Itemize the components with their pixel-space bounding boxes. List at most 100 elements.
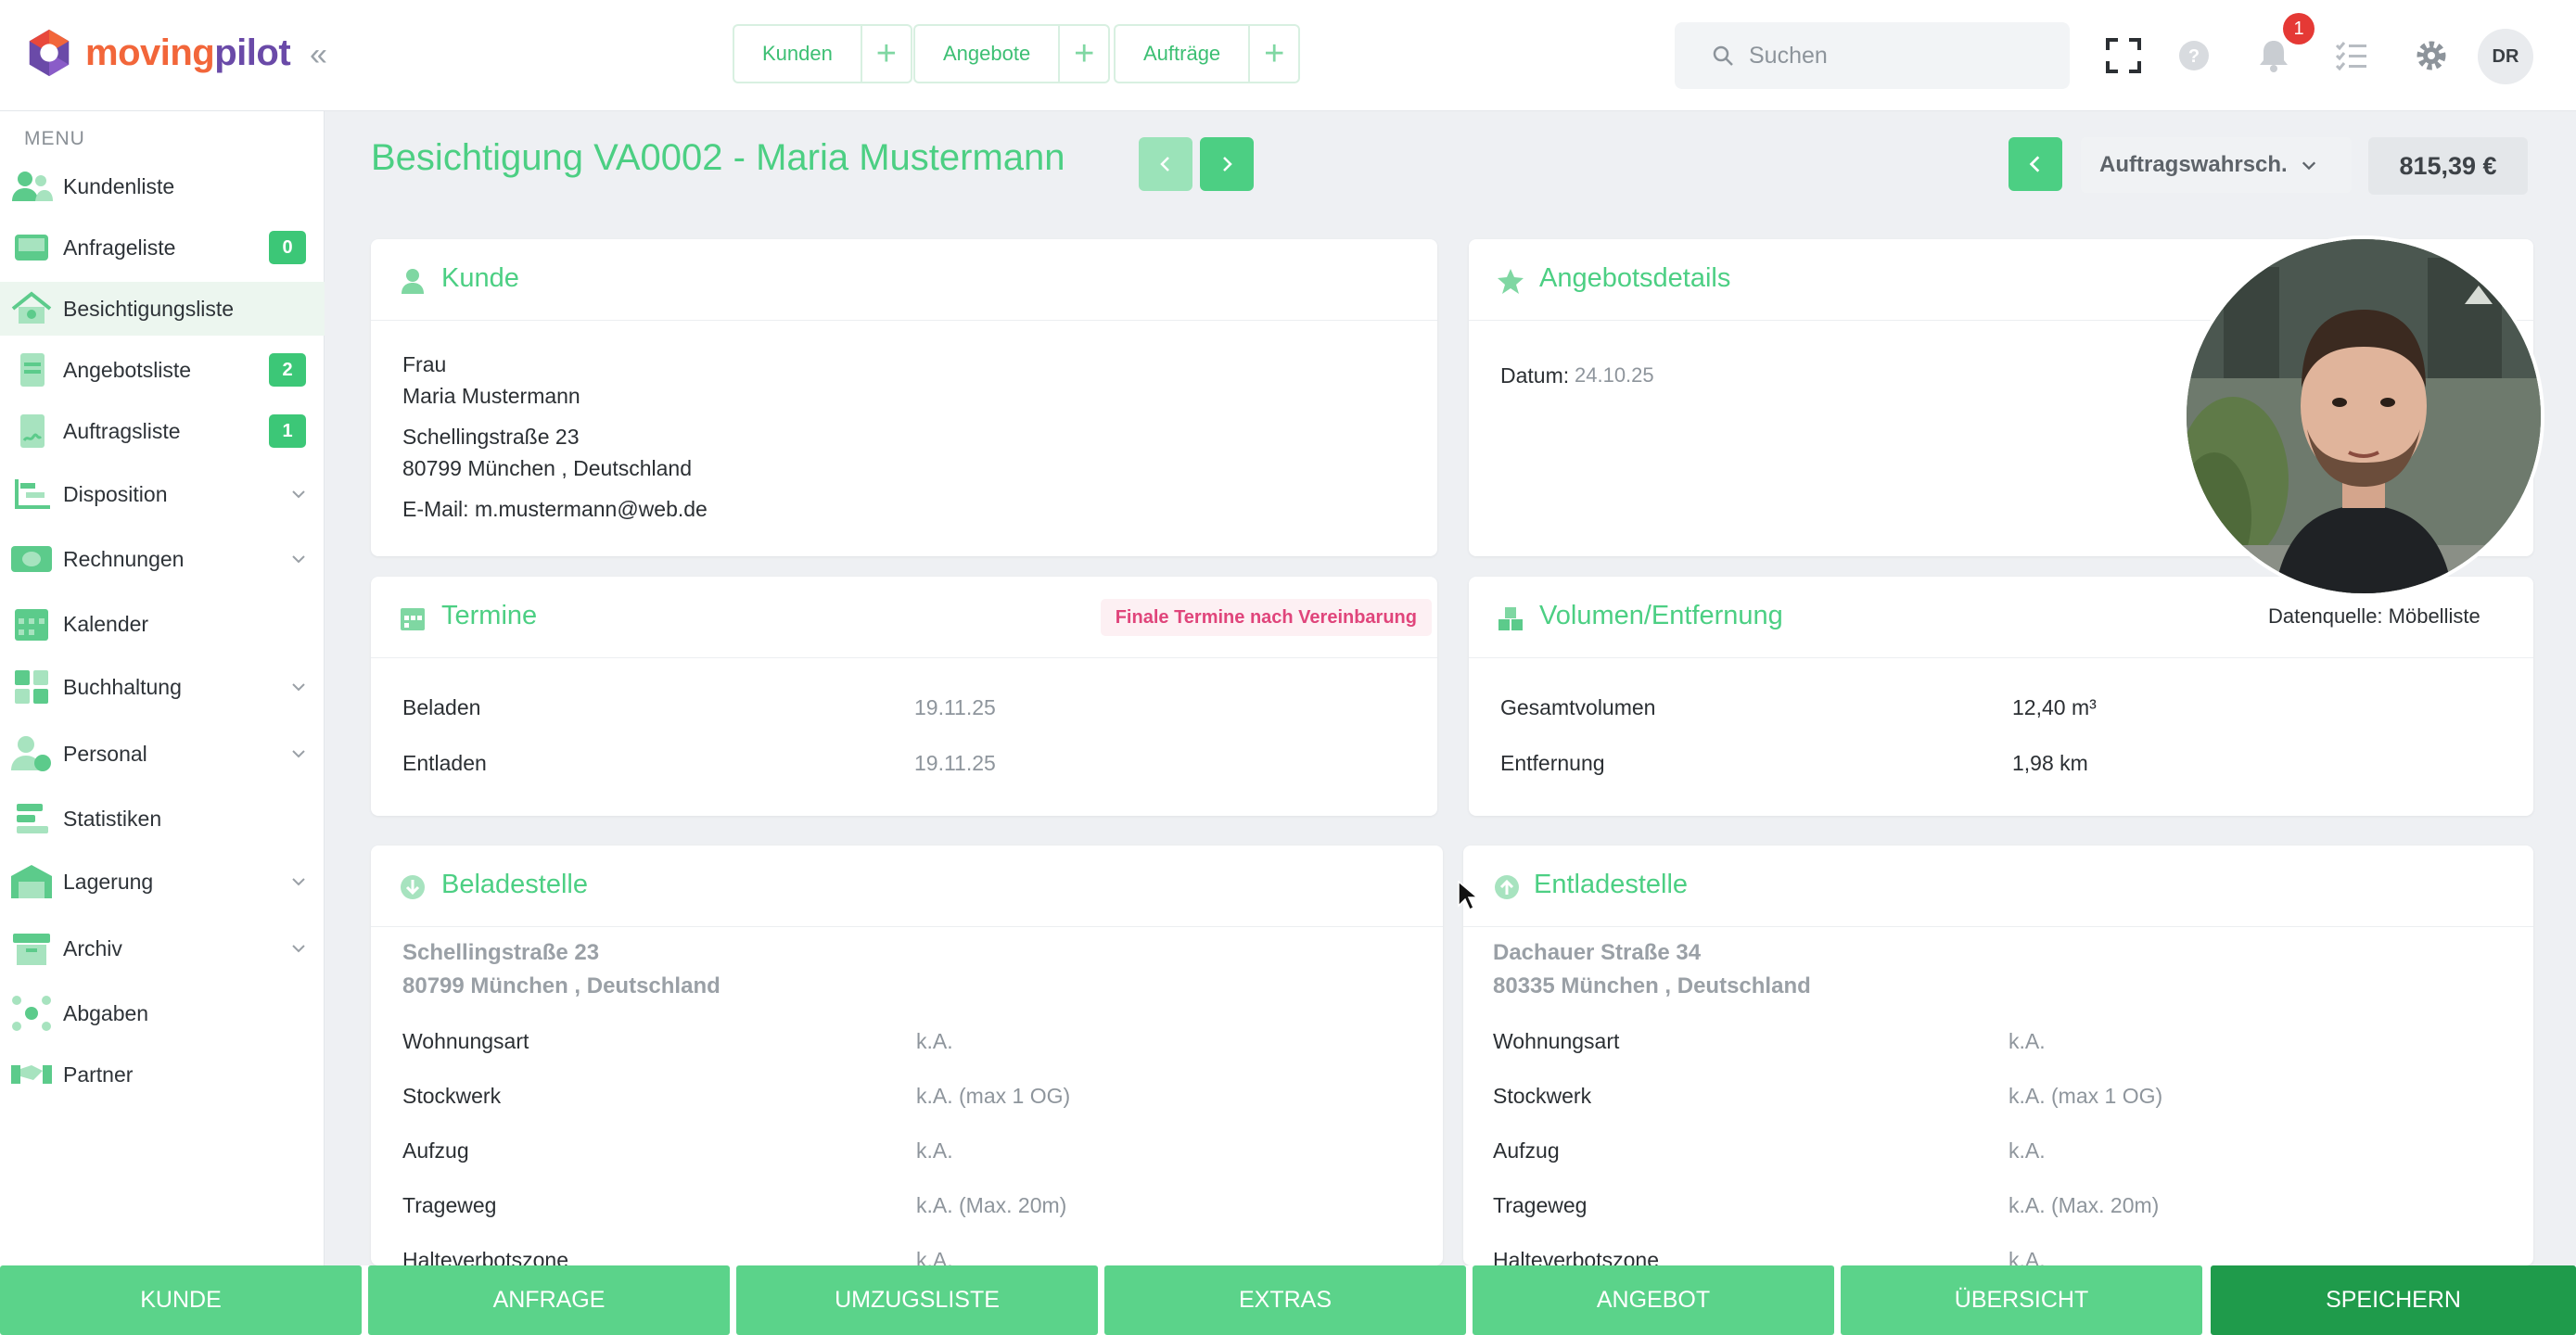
quick-kunden-button[interactable]: Kunden — [733, 24, 861, 83]
quick-angebote: Angebote + — [913, 24, 1111, 83]
inbox-icon — [15, 235, 48, 261]
beladestelle-street: Schellingstraße 23 — [402, 940, 600, 965]
angebot-date-label: Datum: — [1500, 363, 1570, 388]
quick-auftraege-button[interactable]: Aufträge — [1114, 24, 1249, 83]
star-icon — [1498, 269, 1524, 294]
tab-umzugsliste[interactable]: UMZUGSLISTE — [736, 1265, 1098, 1335]
sidebar-item-partner[interactable]: Partner — [0, 1048, 325, 1101]
sidebar-item-lagerung[interactable]: Lagerung — [0, 855, 325, 909]
detail-row-value: k.A. (max 1 OG) — [916, 1084, 1071, 1108]
add-kunde-plus-icon[interactable]: + — [860, 24, 912, 83]
detail-row-value: k.A. — [2009, 1248, 2046, 1265]
back-button[interactable] — [2009, 137, 2062, 191]
quick-auftraege: Aufträge + — [1114, 24, 1301, 83]
tab-kunde[interactable]: KUNDE — [0, 1265, 362, 1335]
sidebar-item-besichtigungsliste[interactable]: Besichtigungsliste — [0, 282, 325, 336]
tab-angebot[interactable]: ANGEBOT — [1473, 1265, 1834, 1335]
bell-icon[interactable] — [2253, 35, 2294, 76]
help-icon[interactable]: ? — [2174, 35, 2214, 76]
card-entladestelle: Entladestelle Dachauer Straße 34 80335 M… — [1463, 846, 2533, 1265]
tab-anfrage[interactable]: ANFRAGE — [368, 1265, 730, 1335]
chevron-down-icon — [292, 750, 305, 758]
gear-icon[interactable] — [2411, 35, 2452, 76]
chevron-down-icon — [292, 490, 305, 499]
calendar-icon — [15, 609, 48, 641]
collapse-sidebar-icon[interactable]: « — [310, 37, 327, 73]
sidebar-item-label: Kundenliste — [63, 173, 175, 198]
chevron-down-icon — [2302, 161, 2315, 171]
card-header: Entladestelle — [1463, 846, 2533, 927]
sidebar-item-label: Disposition — [63, 481, 168, 506]
search-box — [1675, 22, 2070, 89]
detail-row-value: k.A. — [916, 1138, 953, 1163]
volumen-row-value: 1,98 km — [2012, 751, 2088, 775]
count-badge: 1 — [269, 414, 306, 448]
termine-row-label: Beladen — [402, 695, 481, 719]
card-header: Kunde — [371, 239, 1437, 321]
tab-extras[interactable]: EXTRAS — [1104, 1265, 1466, 1335]
detail-row-value: k.A. (Max. 20m) — [916, 1193, 1067, 1217]
card-title: Kunde — [441, 263, 519, 293]
chevron-left-icon — [1160, 157, 1169, 172]
logo-text: movingpilot — [85, 32, 291, 73]
chevron-down-icon — [292, 878, 305, 886]
fullscreen-icon[interactable] — [2103, 35, 2144, 76]
user-avatar[interactable]: DR — [2478, 29, 2533, 84]
previous-record-button[interactable] — [1139, 137, 1192, 191]
detail-row-label: Halteverbotszone — [402, 1248, 568, 1265]
detail-row-value: k.A. — [2009, 1138, 2046, 1163]
detail-row-value: k.A. — [916, 1248, 953, 1265]
sidebar-item-angebotsliste[interactable]: Angebotsliste 2 — [0, 343, 325, 397]
detail-row-value: k.A. — [2009, 1029, 2046, 1053]
logo[interactable]: movingpilot — [22, 26, 291, 80]
presenter-picture — [2187, 239, 2541, 593]
sidebar-item-rechnungen[interactable]: Rechnungen — [0, 532, 325, 586]
sidebar-item-auftragsliste[interactable]: Auftragsliste 1 — [0, 404, 325, 458]
tab-uebersicht[interactable]: ÜBERSICHT — [1841, 1265, 2202, 1335]
detail-row-label: Stockwerk — [402, 1084, 502, 1108]
network-icon — [12, 996, 51, 1031]
card-title: Beladestelle — [441, 870, 588, 899]
house-icon — [11, 291, 52, 324]
detail-row-label: Stockwerk — [1493, 1084, 1592, 1108]
volumen-source: Datenquelle: Möbelliste — [2268, 604, 2480, 628]
entladestelle-street: Dachauer Straße 34 — [1493, 940, 1702, 965]
add-angebot-plus-icon[interactable]: + — [1058, 24, 1111, 83]
quick-angebote-button[interactable]: Angebote — [913, 24, 1059, 83]
beladestelle-city: 80799 München , Deutschland — [402, 973, 721, 998]
kunde-email[interactable]: E-Mail: m.mustermann@web.de — [402, 497, 708, 522]
sidebar-item-abgaben[interactable]: Abgaben — [0, 986, 325, 1040]
card-termine: Termine Finale Termine nach Vereinbarung… — [371, 577, 1437, 816]
person-icon — [402, 269, 424, 294]
status-dropdown[interactable]: Auftragswahrsch. — [2081, 137, 2352, 193]
angebot-date-value: 24.10.25 — [1575, 363, 1654, 387]
next-record-button[interactable] — [1200, 137, 1254, 191]
save-button[interactable]: SPEICHERN — [2211, 1265, 2576, 1335]
sidebar-item-disposition[interactable]: Disposition — [0, 467, 325, 521]
sidebar-item-personal[interactable]: Personal — [0, 727, 325, 781]
sidebar-item-label: Angebotsliste — [63, 357, 192, 382]
sidebar-item-statistiken[interactable]: Statistiken — [0, 792, 325, 846]
detail-row-label: Trageweg — [1493, 1193, 1588, 1217]
presenter-video-overlay — [2187, 239, 2541, 593]
detail-row-label: Wohnungsart — [402, 1029, 529, 1053]
sidebar-item-kundenliste[interactable]: Kundenliste — [0, 159, 325, 213]
add-auftrag-plus-icon[interactable]: + — [1248, 24, 1301, 83]
card-volumen: Volumen/Entfernung Datenquelle: Möbellis… — [1469, 577, 2533, 816]
sidebar-item-buchhaltung[interactable]: Buchhaltung — [0, 660, 325, 714]
search-input[interactable] — [1749, 42, 2046, 70]
termine-status-tag: Finale Termine nach Vereinbarung — [1100, 599, 1432, 636]
sidebar: MENU Kundenliste Anfrageliste 0 Besichti… — [0, 111, 325, 1265]
person-clock-icon — [11, 736, 51, 771]
sidebar-item-label: Abgaben — [63, 1000, 149, 1025]
sidebar-item-kalender[interactable]: Kalender — [0, 597, 325, 651]
tasks-icon[interactable] — [2331, 35, 2372, 76]
archive-icon — [13, 934, 50, 965]
chevron-down-icon — [292, 555, 305, 564]
sidebar-item-anfrageliste[interactable]: Anfrageliste 0 — [0, 221, 325, 274]
detail-row-label: Trageweg — [402, 1193, 497, 1217]
svg-text:?: ? — [2188, 46, 2200, 67]
sidebar-item-archiv[interactable]: Archiv — [0, 922, 325, 975]
menu-title: MENU — [24, 128, 85, 149]
sidebar-item-label: Archiv — [63, 935, 122, 960]
